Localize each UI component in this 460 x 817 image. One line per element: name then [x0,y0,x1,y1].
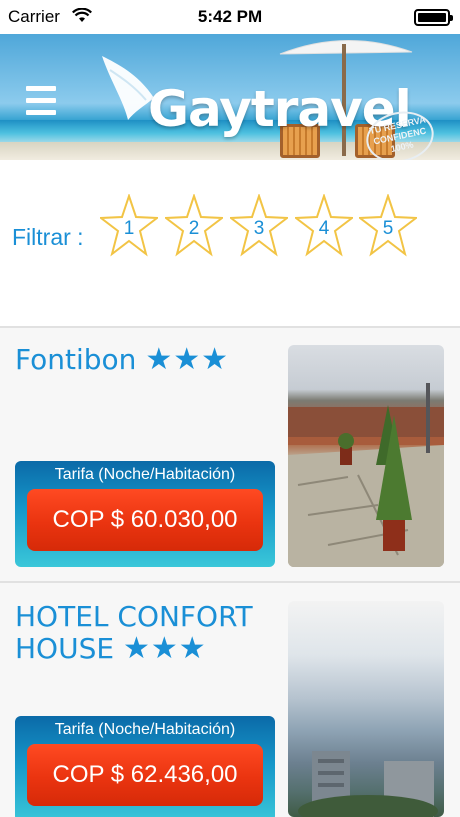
filter-star-2[interactable]: 2 [165,194,223,258]
hotel-name: Fontibon ★★★ [15,344,229,376]
hotel-photo[interactable] [288,601,444,817]
menu-bar [26,86,56,91]
star-number: 3 [253,218,265,239]
rate-box: Tarifa (Noche/Habitación) COP $ 62.436,0… [15,716,275,817]
star-number: 2 [188,218,200,239]
filter-star-5[interactable]: 5 [359,194,417,258]
rate-label: Tarifa (Noche/Habitación) [54,466,236,483]
menu-bar [26,98,56,103]
filter-star-1[interactable]: 1 [100,194,158,258]
clock: 5:42 PM [197,7,263,26]
hotel-name-text: Fontibon [15,343,137,376]
hotel-card[interactable]: Fontibon ★★★ Tarifa (Noche/Habitación) C… [0,328,460,581]
hotel-stars: ★★★ [122,631,207,666]
rate-label: Tarifa (Noche/Habitación) [54,721,236,738]
rate-box: Tarifa (Noche/Habitación) COP $ 60.030,0… [15,461,275,567]
hotel-name-line2: HOUSE [15,632,115,665]
star-number: 5 [382,218,394,239]
battery-icon [414,9,453,26]
menu-bar [26,110,56,115]
hotel-name-line2-row: HOUSE ★★★ [15,633,253,665]
hotel-stars: ★★★ [145,342,229,377]
filter-label: Filtrar : [12,224,84,250]
price-button[interactable]: COP $ 62.436,00 [27,744,263,806]
status-bar: Carrier 5:42 PM [0,0,460,34]
price-button[interactable]: COP $ 60.030,00 [27,489,263,551]
hotel-card[interactable]: HOTEL CONFORT HOUSE ★★★ Tarifa (Noche/Ha… [0,583,460,817]
terrace-photo-illustration [288,383,444,567]
star-number: 1 [123,218,135,239]
star-number: 4 [318,218,330,239]
filter-star-4[interactable]: 4 [295,194,353,258]
hotel-photo[interactable] [288,345,444,567]
hotel-name: HOTEL CONFORT HOUSE ★★★ [15,601,253,665]
header-banner: Gaytravel TU RESERVA CONFIDENC 100% [0,34,460,160]
hotel-name-line1: HOTEL CONFORT [15,600,253,633]
menu-icon[interactable] [26,86,56,116]
city-photo-illustration [298,751,438,817]
filter-star-3[interactable]: 3 [230,194,288,258]
star-filter: Filtrar : 1 2 3 4 5 [12,190,452,270]
